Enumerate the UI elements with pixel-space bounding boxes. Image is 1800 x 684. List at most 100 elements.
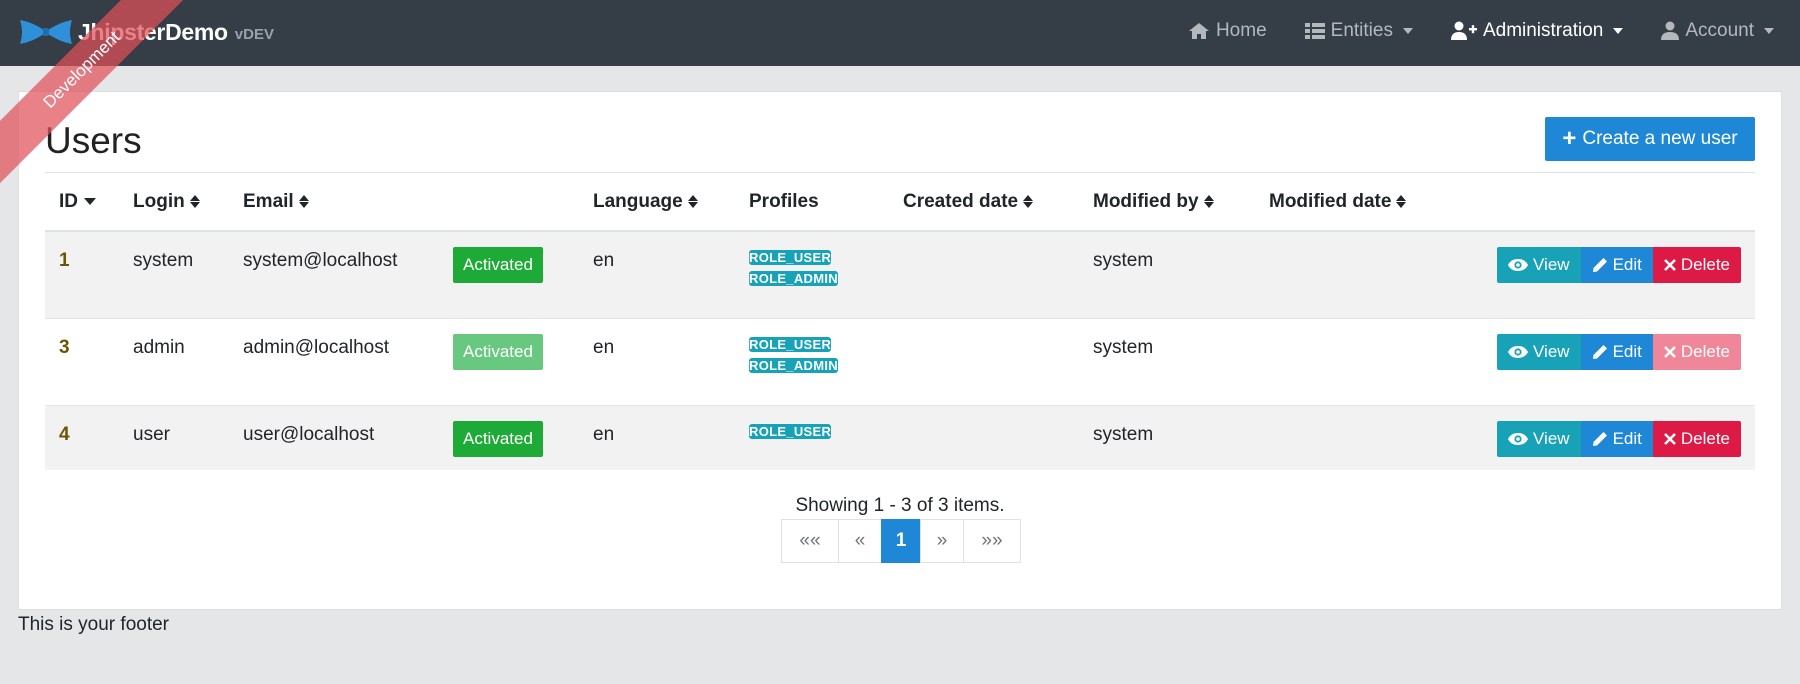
nav-administration-label: Administration: [1482, 20, 1604, 41]
user-created-date: [889, 404, 1079, 470]
nav-home[interactable]: Home: [1188, 20, 1267, 42]
view-button[interactable]: View: [1497, 247, 1581, 283]
users-card: Users + Create a new user ID Login Email…: [18, 91, 1782, 610]
page-first-button[interactable]: ««: [781, 519, 839, 563]
page-current-button[interactable]: 1: [881, 519, 921, 563]
create-user-button[interactable]: + Create a new user: [1545, 117, 1755, 161]
nav-account[interactable]: Account: [1661, 20, 1774, 42]
role-badge: ROLE_USER: [749, 423, 832, 439]
bowtie-logo-icon: [20, 20, 72, 44]
view-button[interactable]: View: [1497, 333, 1581, 370]
col-modified-date[interactable]: Modified date: [1255, 173, 1445, 232]
col-status: [439, 173, 579, 232]
user-created-date: [889, 230, 1079, 318]
users-table: ID Login Email Language Profiles Created…: [45, 173, 1755, 470]
user-modified-date: [1255, 404, 1445, 470]
user-email: system@localhost: [229, 230, 439, 318]
pencil-icon: [1592, 344, 1607, 359]
eye-icon: [1508, 432, 1529, 445]
plus-icon: +: [1562, 125, 1577, 152]
edit-button[interactable]: Edit: [1580, 247, 1653, 283]
table-header-row: ID Login Email Language Profiles Created…: [45, 173, 1755, 232]
close-icon: [1663, 345, 1676, 358]
user-login: system: [119, 230, 229, 318]
page-last-button[interactable]: »»: [963, 519, 1021, 563]
nav-administration[interactable]: Administration: [1450, 20, 1624, 42]
col-login[interactable]: Login: [119, 173, 229, 232]
row-actions: View Edit Delete: [1459, 333, 1741, 370]
footer-text: This is your footer: [18, 614, 169, 635]
user-language: en: [579, 230, 735, 318]
row-actions: View Edit Delete: [1459, 247, 1741, 283]
eye-icon: [1508, 345, 1529, 358]
user-modified-by: system: [1079, 317, 1255, 405]
page-title: Users: [45, 120, 142, 161]
sort-icon: [298, 194, 309, 208]
user-modified-date: [1255, 230, 1445, 318]
nav-entities-label: Entities: [1330, 20, 1393, 41]
delete-button: Delete: [1652, 333, 1741, 370]
user-id-link[interactable]: 4: [59, 424, 70, 445]
chevron-down-icon: [1402, 28, 1413, 34]
user-login: admin: [119, 317, 229, 405]
user-modified-by: system: [1079, 230, 1255, 318]
navbar: JhipsterDemo vDEV Home Entities Administ…: [0, 0, 1800, 66]
view-button[interactable]: View: [1497, 420, 1581, 457]
col-id[interactable]: ID: [45, 173, 119, 232]
user-language: en: [579, 404, 735, 470]
user-id-link[interactable]: 3: [59, 337, 70, 358]
status-badge[interactable]: Activated: [453, 420, 543, 457]
user-modified-by: system: [1079, 404, 1255, 470]
sort-icon: [1396, 194, 1407, 208]
pagination: «« « 1 » »»: [781, 519, 1021, 563]
user-id-link[interactable]: 1: [59, 250, 70, 271]
brand-name: JhipsterDemo: [78, 18, 228, 45]
delete-button[interactable]: Delete: [1652, 420, 1741, 457]
page-next-button[interactable]: »: [920, 519, 964, 563]
status-badge: Activated: [453, 333, 543, 370]
edit-button[interactable]: Edit: [1580, 333, 1653, 370]
edit-button[interactable]: Edit: [1580, 420, 1653, 457]
table-row: 1 system system@localhost Activated en R…: [45, 230, 1755, 318]
sort-icon: [1203, 194, 1214, 208]
col-email[interactable]: Email: [229, 173, 439, 232]
pencil-icon: [1592, 431, 1607, 446]
brand[interactable]: JhipsterDemo vDEV: [18, 12, 274, 52]
user-created-date: [889, 317, 1079, 405]
user-email: admin@localhost: [229, 317, 439, 405]
user-login: user: [119, 404, 229, 470]
delete-button[interactable]: Delete: [1652, 247, 1741, 283]
nav-home-label: Home: [1215, 20, 1267, 41]
brand-version: vDEV: [234, 25, 274, 43]
sort-icon: [1023, 194, 1034, 208]
role-badge: ROLE_ADMIN: [749, 357, 838, 373]
chevron-down-icon: [1613, 28, 1624, 34]
table-row: 4 user user@localhost Activated en ROLE_…: [45, 404, 1755, 470]
user-icon: [1661, 21, 1680, 40]
col-language[interactable]: Language: [579, 173, 735, 232]
user-email: user@localhost: [229, 404, 439, 470]
eye-icon: [1508, 259, 1529, 271]
home-icon: [1188, 23, 1209, 39]
user-modified-date: [1255, 317, 1445, 405]
status-badge[interactable]: Activated: [453, 247, 543, 283]
col-profiles: Profiles: [735, 173, 889, 232]
sort-icon: [189, 194, 200, 208]
role-badge: ROLE_USER: [749, 336, 832, 352]
nav-account-label: Account: [1685, 20, 1754, 41]
page-prev-button[interactable]: «: [838, 519, 882, 563]
col-created-date[interactable]: Created date: [889, 173, 1079, 232]
col-modified-by[interactable]: Modified by: [1079, 173, 1255, 232]
close-icon: [1663, 259, 1676, 271]
user-plus-icon: [1450, 21, 1477, 40]
table-row: 3 admin admin@localhost Activated en ROL…: [45, 317, 1755, 405]
role-badge: ROLE_ADMIN: [749, 271, 838, 286]
col-actions: [1445, 173, 1755, 232]
role-badge: ROLE_USER: [749, 250, 832, 265]
main-nav: Home Entities Administration Account: [1150, 0, 1774, 62]
create-user-label: Create a new user: [1582, 128, 1738, 149]
pencil-icon: [1592, 258, 1607, 272]
sort-down-icon: [84, 197, 96, 205]
th-list-icon: [1304, 23, 1325, 39]
nav-entities[interactable]: Entities: [1304, 20, 1413, 42]
